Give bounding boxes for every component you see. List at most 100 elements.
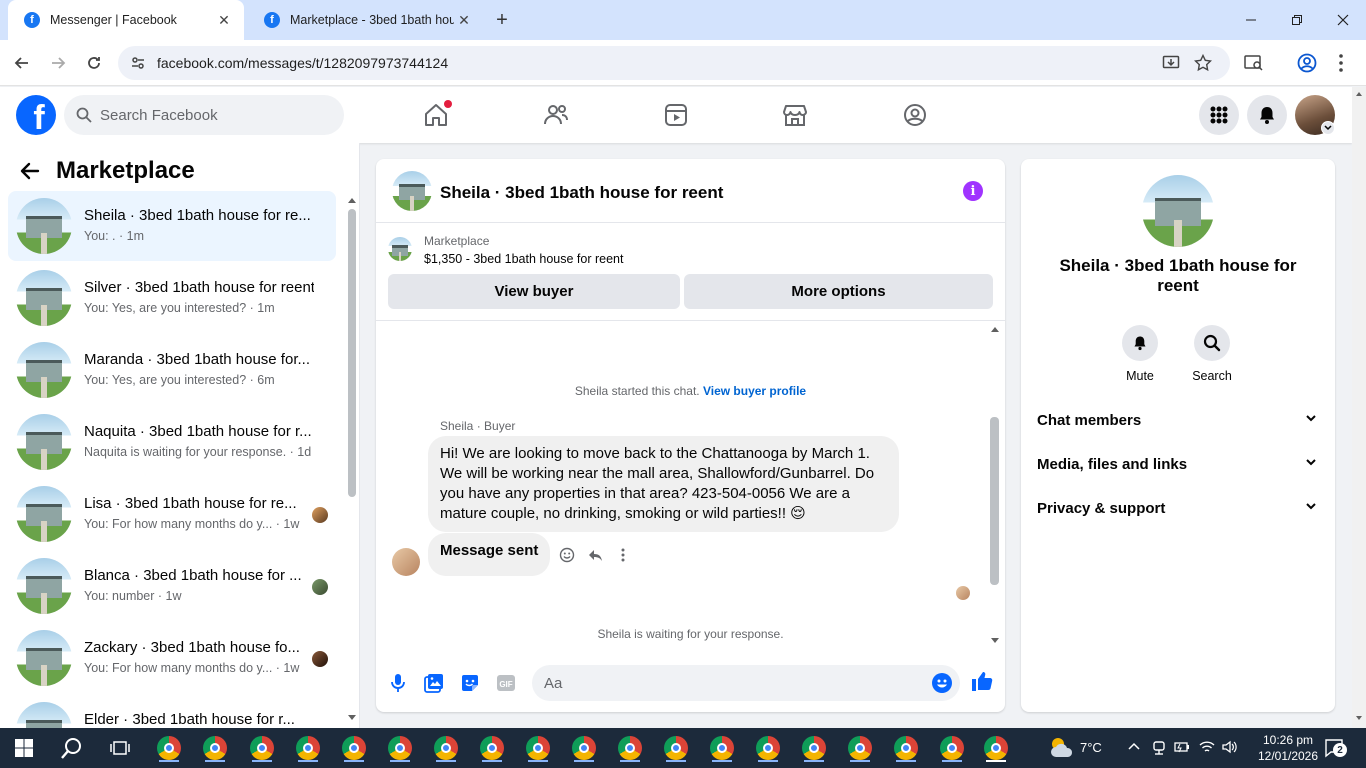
conversation-item[interactable]: Sheila · 3bed 1bath house for re... You:… [8, 191, 336, 261]
gif-icon[interactable]: GIF [494, 671, 518, 695]
taskbar-browser-app-icon[interactable] [616, 734, 644, 762]
friends-nav-icon[interactable] [540, 99, 572, 131]
taskbar-browser-app-icon[interactable] [982, 734, 1010, 762]
battery-icon[interactable] [1174, 741, 1190, 753]
conversation-item[interactable]: Elder · 3bed 1bath house for r... [8, 695, 336, 728]
volume-icon[interactable] [1222, 740, 1238, 754]
chevron-down-icon[interactable] [1321, 121, 1335, 135]
taskbar-browser-app-icon[interactable] [201, 734, 229, 762]
privacy-support-section[interactable]: Privacy & support [1029, 486, 1327, 530]
conversation-item[interactable]: Silver · 3bed 1bath house for reent You:… [8, 263, 336, 333]
profile-icon[interactable] [1297, 53, 1317, 73]
bookmark-star-icon[interactable] [1194, 54, 1212, 72]
page-scrollbar[interactable] [1352, 87, 1366, 728]
task-view-icon[interactable] [106, 734, 134, 762]
taskbar-browser-app-icon[interactable] [155, 734, 183, 762]
view-buyer-profile-link[interactable]: View buyer profile [703, 384, 806, 398]
thumbs-up-icon[interactable] [970, 669, 994, 693]
taskbar-search-icon[interactable] [58, 734, 86, 762]
conversation-item[interactable]: Lisa · 3bed 1bath house for re... You: F… [8, 479, 336, 549]
scroll-down-arrow-icon[interactable] [346, 713, 358, 723]
scroll-up-arrow-icon[interactable] [346, 195, 358, 205]
mute-action[interactable]: Mute [1110, 325, 1170, 383]
taskbar-browser-app-icon[interactable] [294, 734, 322, 762]
message-thread-scrollbar[interactable] [990, 417, 999, 585]
media-files-links-section[interactable]: Media, files and links [1029, 442, 1327, 486]
notification-center-icon[interactable]: 2 [1324, 737, 1347, 759]
video-nav-icon[interactable] [660, 99, 692, 131]
more-actions-icon[interactable] [611, 543, 635, 567]
taskbar-browser-app-icon[interactable] [478, 734, 506, 762]
scroll-down-arrow-icon[interactable] [990, 637, 1000, 645]
show-hidden-icons-icon[interactable] [1128, 741, 1140, 751]
browser-menu-icon[interactable] [1338, 53, 1344, 73]
conversation-item[interactable]: Maranda · 3bed 1bath house for... You: Y… [8, 335, 336, 405]
conversation-list-scrollbar[interactable] [348, 209, 356, 497]
taskbar-browser-app-icon[interactable] [432, 734, 460, 762]
view-buyer-button[interactable]: View buyer [388, 274, 680, 309]
taskbar-browser-app-icon[interactable] [248, 734, 276, 762]
close-window-button[interactable] [1320, 0, 1366, 40]
address-bar[interactable]: facebook.com/messages/t/1282097973744124 [118, 46, 1230, 80]
listing-title[interactable]: $1,350 - 3bed 1bath house for reent [424, 252, 623, 266]
weather-icon[interactable] [1048, 735, 1074, 759]
taskbar-browser-app-icon[interactable] [892, 734, 920, 762]
taskbar-browser-app-icon[interactable] [754, 734, 782, 762]
menu-grid-button[interactable] [1199, 95, 1239, 135]
chat-members-section[interactable]: Chat members [1029, 398, 1327, 442]
site-settings-icon[interactable] [130, 55, 146, 71]
install-app-icon[interactable] [1162, 54, 1180, 72]
info-icon[interactable]: i [963, 181, 983, 201]
forward-button[interactable] [46, 51, 70, 75]
tab-search-icon[interactable] [1244, 54, 1264, 72]
wifi-icon[interactable] [1199, 740, 1215, 754]
conversation-item[interactable]: Blanca · 3bed 1bath house for ... You: n… [8, 551, 336, 621]
chat-title[interactable]: Sheila · 3bed 1bath house for reent [440, 183, 723, 203]
marketplace-nav-icon[interactable] [779, 99, 811, 131]
message-input[interactable] [544, 665, 924, 701]
taskbar-browser-app-icon[interactable] [938, 734, 966, 762]
back-arrow-icon[interactable] [20, 161, 40, 181]
taskbar-browser-app-icon[interactable] [386, 734, 414, 762]
taskbar-browser-app-icon[interactable] [340, 734, 368, 762]
conversation-item[interactable]: Naquita · 3bed 1bath house for r... Naqu… [8, 407, 336, 477]
notifications-button[interactable] [1247, 95, 1287, 135]
search-input[interactable] [100, 95, 330, 135]
scroll-down-arrow-icon[interactable] [1355, 715, 1363, 721]
taskbar-browser-app-icon[interactable] [662, 734, 690, 762]
sender-avatar[interactable] [392, 548, 420, 576]
emoji-picker-icon[interactable] [932, 673, 952, 693]
taskbar-browser-app-icon[interactable] [524, 734, 552, 762]
tab-marketplace[interactable]: f Marketplace - 3bed 1bath hous ✕ [248, 0, 484, 40]
back-button[interactable] [10, 51, 34, 75]
minimize-button[interactable] [1228, 0, 1274, 40]
weather-temperature[interactable]: 7°C [1080, 740, 1102, 755]
taskbar-browser-app-icon[interactable] [846, 734, 874, 762]
photo-icon[interactable] [422, 671, 446, 695]
taskbar-browser-app-icon[interactable] [708, 734, 736, 762]
sticker-icon[interactable] [458, 671, 482, 695]
system-clock[interactable]: 10:26 pm 12/01/2026 [1256, 732, 1320, 764]
conversation-item[interactable]: Zackary · 3bed 1bath house fo... You: Fo… [8, 623, 336, 693]
facebook-logo-icon[interactable]: f [16, 95, 56, 135]
details-avatar[interactable] [1142, 175, 1214, 247]
react-emoji-icon[interactable] [555, 543, 579, 567]
taskbar-browser-app-icon[interactable] [570, 734, 598, 762]
microphone-icon[interactable] [386, 671, 410, 695]
restore-button[interactable] [1274, 0, 1320, 40]
new-tab-button[interactable]: + [490, 8, 514, 32]
scroll-up-arrow-icon[interactable] [1355, 91, 1363, 97]
message-sent-bubble[interactable]: Message sent [428, 533, 551, 576]
reply-icon[interactable] [583, 543, 607, 567]
message-bubble[interactable]: Hi! We are looking to move back to the C… [428, 436, 899, 532]
camera-icon[interactable] [1152, 740, 1166, 756]
windows-start-icon[interactable] [10, 734, 38, 762]
close-tab-icon[interactable]: ✕ [454, 10, 474, 30]
scroll-up-arrow-icon[interactable] [990, 325, 1000, 333]
tab-messenger[interactable]: f Messenger | Facebook ✕ [8, 0, 244, 40]
gaming-nav-icon[interactable] [899, 99, 931, 131]
taskbar-browser-app-icon[interactable] [800, 734, 828, 762]
reload-button[interactable] [82, 51, 106, 75]
search-action[interactable]: Search [1182, 325, 1242, 383]
home-nav-icon[interactable] [420, 99, 452, 131]
